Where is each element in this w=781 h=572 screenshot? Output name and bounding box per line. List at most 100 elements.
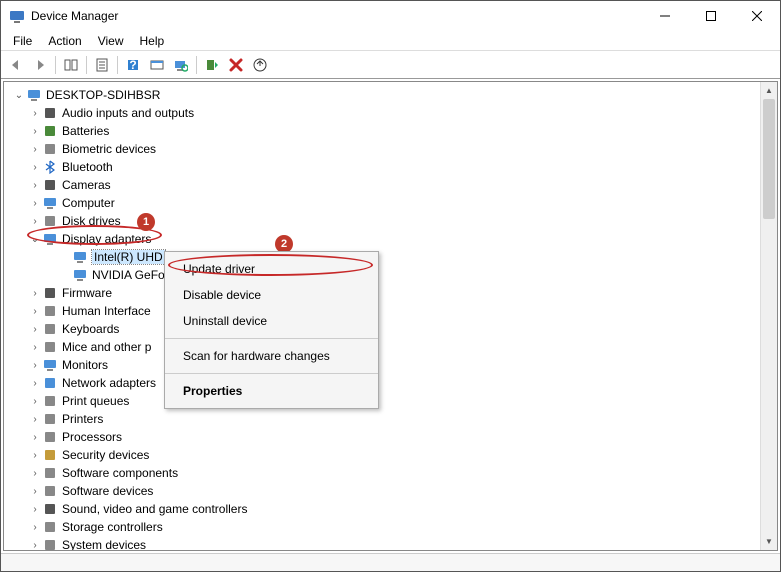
tree-category[interactable]: Monitors	[8, 356, 773, 374]
chevron-right-icon[interactable]	[28, 522, 42, 533]
bluetooth-icon	[42, 159, 58, 175]
action-button[interactable]	[146, 54, 168, 76]
menu-file[interactable]: File	[5, 32, 40, 50]
back-button[interactable]	[5, 54, 27, 76]
tree-category[interactable]: Cameras	[8, 176, 773, 194]
storage-icon	[42, 519, 58, 535]
maximize-button[interactable]	[688, 1, 734, 31]
chevron-right-icon[interactable]	[28, 414, 42, 425]
scroll-down-icon[interactable]: ▼	[761, 533, 777, 550]
menubar: File Action View Help	[1, 31, 780, 51]
uninstall-device-button[interactable]	[225, 54, 247, 76]
tree-category[interactable]: Display adapters	[8, 230, 773, 248]
tree-category[interactable]: Security devices	[8, 446, 773, 464]
chevron-right-icon[interactable]	[28, 216, 42, 227]
category-label: Disk drives	[62, 214, 121, 228]
category-label: Printers	[62, 412, 103, 426]
chevron-right-icon[interactable]	[28, 144, 42, 155]
category-label: Storage controllers	[62, 520, 163, 534]
device-tree[interactable]: DESKTOP-SDIHBSRAudio inputs and outputsB…	[4, 82, 777, 551]
category-label: Cameras	[62, 178, 111, 192]
chevron-down-icon[interactable]	[12, 90, 26, 101]
device-tree-panel: DESKTOP-SDIHBSRAudio inputs and outputsB…	[3, 81, 778, 551]
chevron-right-icon[interactable]	[28, 486, 42, 497]
tree-category[interactable]: Print queues	[8, 392, 773, 410]
menu-view[interactable]: View	[90, 32, 132, 50]
printer-icon	[42, 393, 58, 409]
enable-device-button[interactable]	[201, 54, 223, 76]
tree-category[interactable]: Batteries	[8, 122, 773, 140]
category-label: Biometric devices	[62, 142, 156, 156]
printer-icon	[42, 411, 58, 427]
tree-category[interactable]: Printers	[8, 410, 773, 428]
tree-category[interactable]: Biometric devices	[8, 140, 773, 158]
chevron-right-icon[interactable]	[28, 198, 42, 209]
app-icon	[9, 8, 25, 24]
category-label: Sound, video and game controllers	[62, 502, 247, 516]
ctx-update-driver[interactable]: Update driver	[165, 256, 378, 282]
tree-category[interactable]: Disk drives	[8, 212, 773, 230]
menu-action[interactable]: Action	[40, 32, 89, 50]
tree-category[interactable]: Sound, video and game controllers	[8, 500, 773, 518]
tree-category[interactable]: Audio inputs and outputs	[8, 104, 773, 122]
chevron-right-icon[interactable]	[28, 342, 42, 353]
help-button[interactable]: ?	[122, 54, 144, 76]
ctx-disable-device[interactable]: Disable device	[165, 282, 378, 308]
ctx-scan-hardware[interactable]: Scan for hardware changes	[165, 343, 378, 369]
menu-help[interactable]: Help	[132, 32, 173, 50]
scrollbar-thumb[interactable]	[763, 99, 775, 219]
tree-category[interactable]: System devices	[8, 536, 773, 551]
chevron-right-icon[interactable]	[28, 108, 42, 119]
toolbar-separator	[55, 56, 56, 74]
tree-category[interactable]: Bluetooth	[8, 158, 773, 176]
scan-hardware-button[interactable]	[170, 54, 192, 76]
tree-root[interactable]: DESKTOP-SDIHBSR	[8, 86, 773, 104]
category-label: Print queues	[62, 394, 129, 408]
update-driver-button[interactable]	[249, 54, 271, 76]
tree-category[interactable]: Processors	[8, 428, 773, 446]
tree-category[interactable]: Keyboards	[8, 320, 773, 338]
software-icon	[42, 465, 58, 481]
chevron-right-icon[interactable]	[28, 396, 42, 407]
chevron-right-icon[interactable]	[28, 288, 42, 299]
chevron-down-icon[interactable]	[28, 234, 42, 245]
chevron-right-icon[interactable]	[28, 378, 42, 389]
sound-icon	[42, 501, 58, 517]
close-button[interactable]	[734, 1, 780, 31]
tree-category[interactable]: Human Interface	[8, 302, 773, 320]
category-label: Processors	[62, 430, 122, 444]
ctx-properties[interactable]: Properties	[165, 378, 378, 404]
category-label: Bluetooth	[62, 160, 113, 174]
chevron-right-icon[interactable]	[28, 432, 42, 443]
chevron-right-icon[interactable]	[28, 450, 42, 461]
chevron-right-icon[interactable]	[28, 306, 42, 317]
tree-category[interactable]: Computer	[8, 194, 773, 212]
chevron-right-icon[interactable]	[28, 540, 42, 551]
minimize-button[interactable]	[642, 1, 688, 31]
tree-category[interactable]: Network adapters	[8, 374, 773, 392]
cpu-icon	[42, 429, 58, 445]
mouse-icon	[42, 339, 58, 355]
chevron-right-icon[interactable]	[28, 324, 42, 335]
tree-category[interactable]: Software components	[8, 464, 773, 482]
chevron-right-icon[interactable]	[28, 504, 42, 515]
properties-button[interactable]	[91, 54, 113, 76]
scroll-up-icon[interactable]: ▲	[761, 82, 777, 99]
chevron-right-icon[interactable]	[28, 126, 42, 137]
monitor-icon	[42, 357, 58, 373]
tree-device[interactable]: NVIDIA GeFo	[8, 266, 773, 284]
tree-device[interactable]: Intel(R) UHD	[8, 248, 773, 266]
chevron-right-icon[interactable]	[28, 360, 42, 371]
show-hide-console-button[interactable]	[60, 54, 82, 76]
tree-category[interactable]: Software devices	[8, 482, 773, 500]
chevron-right-icon[interactable]	[28, 180, 42, 191]
forward-button[interactable]	[29, 54, 51, 76]
chevron-right-icon[interactable]	[28, 162, 42, 173]
tree-category[interactable]: Firmware	[8, 284, 773, 302]
vertical-scrollbar[interactable]: ▲ ▼	[760, 82, 777, 550]
software-icon	[42, 483, 58, 499]
tree-category[interactable]: Mice and other p	[8, 338, 773, 356]
chevron-right-icon[interactable]	[28, 468, 42, 479]
tree-category[interactable]: Storage controllers	[8, 518, 773, 536]
ctx-uninstall-device[interactable]: Uninstall device	[165, 308, 378, 334]
